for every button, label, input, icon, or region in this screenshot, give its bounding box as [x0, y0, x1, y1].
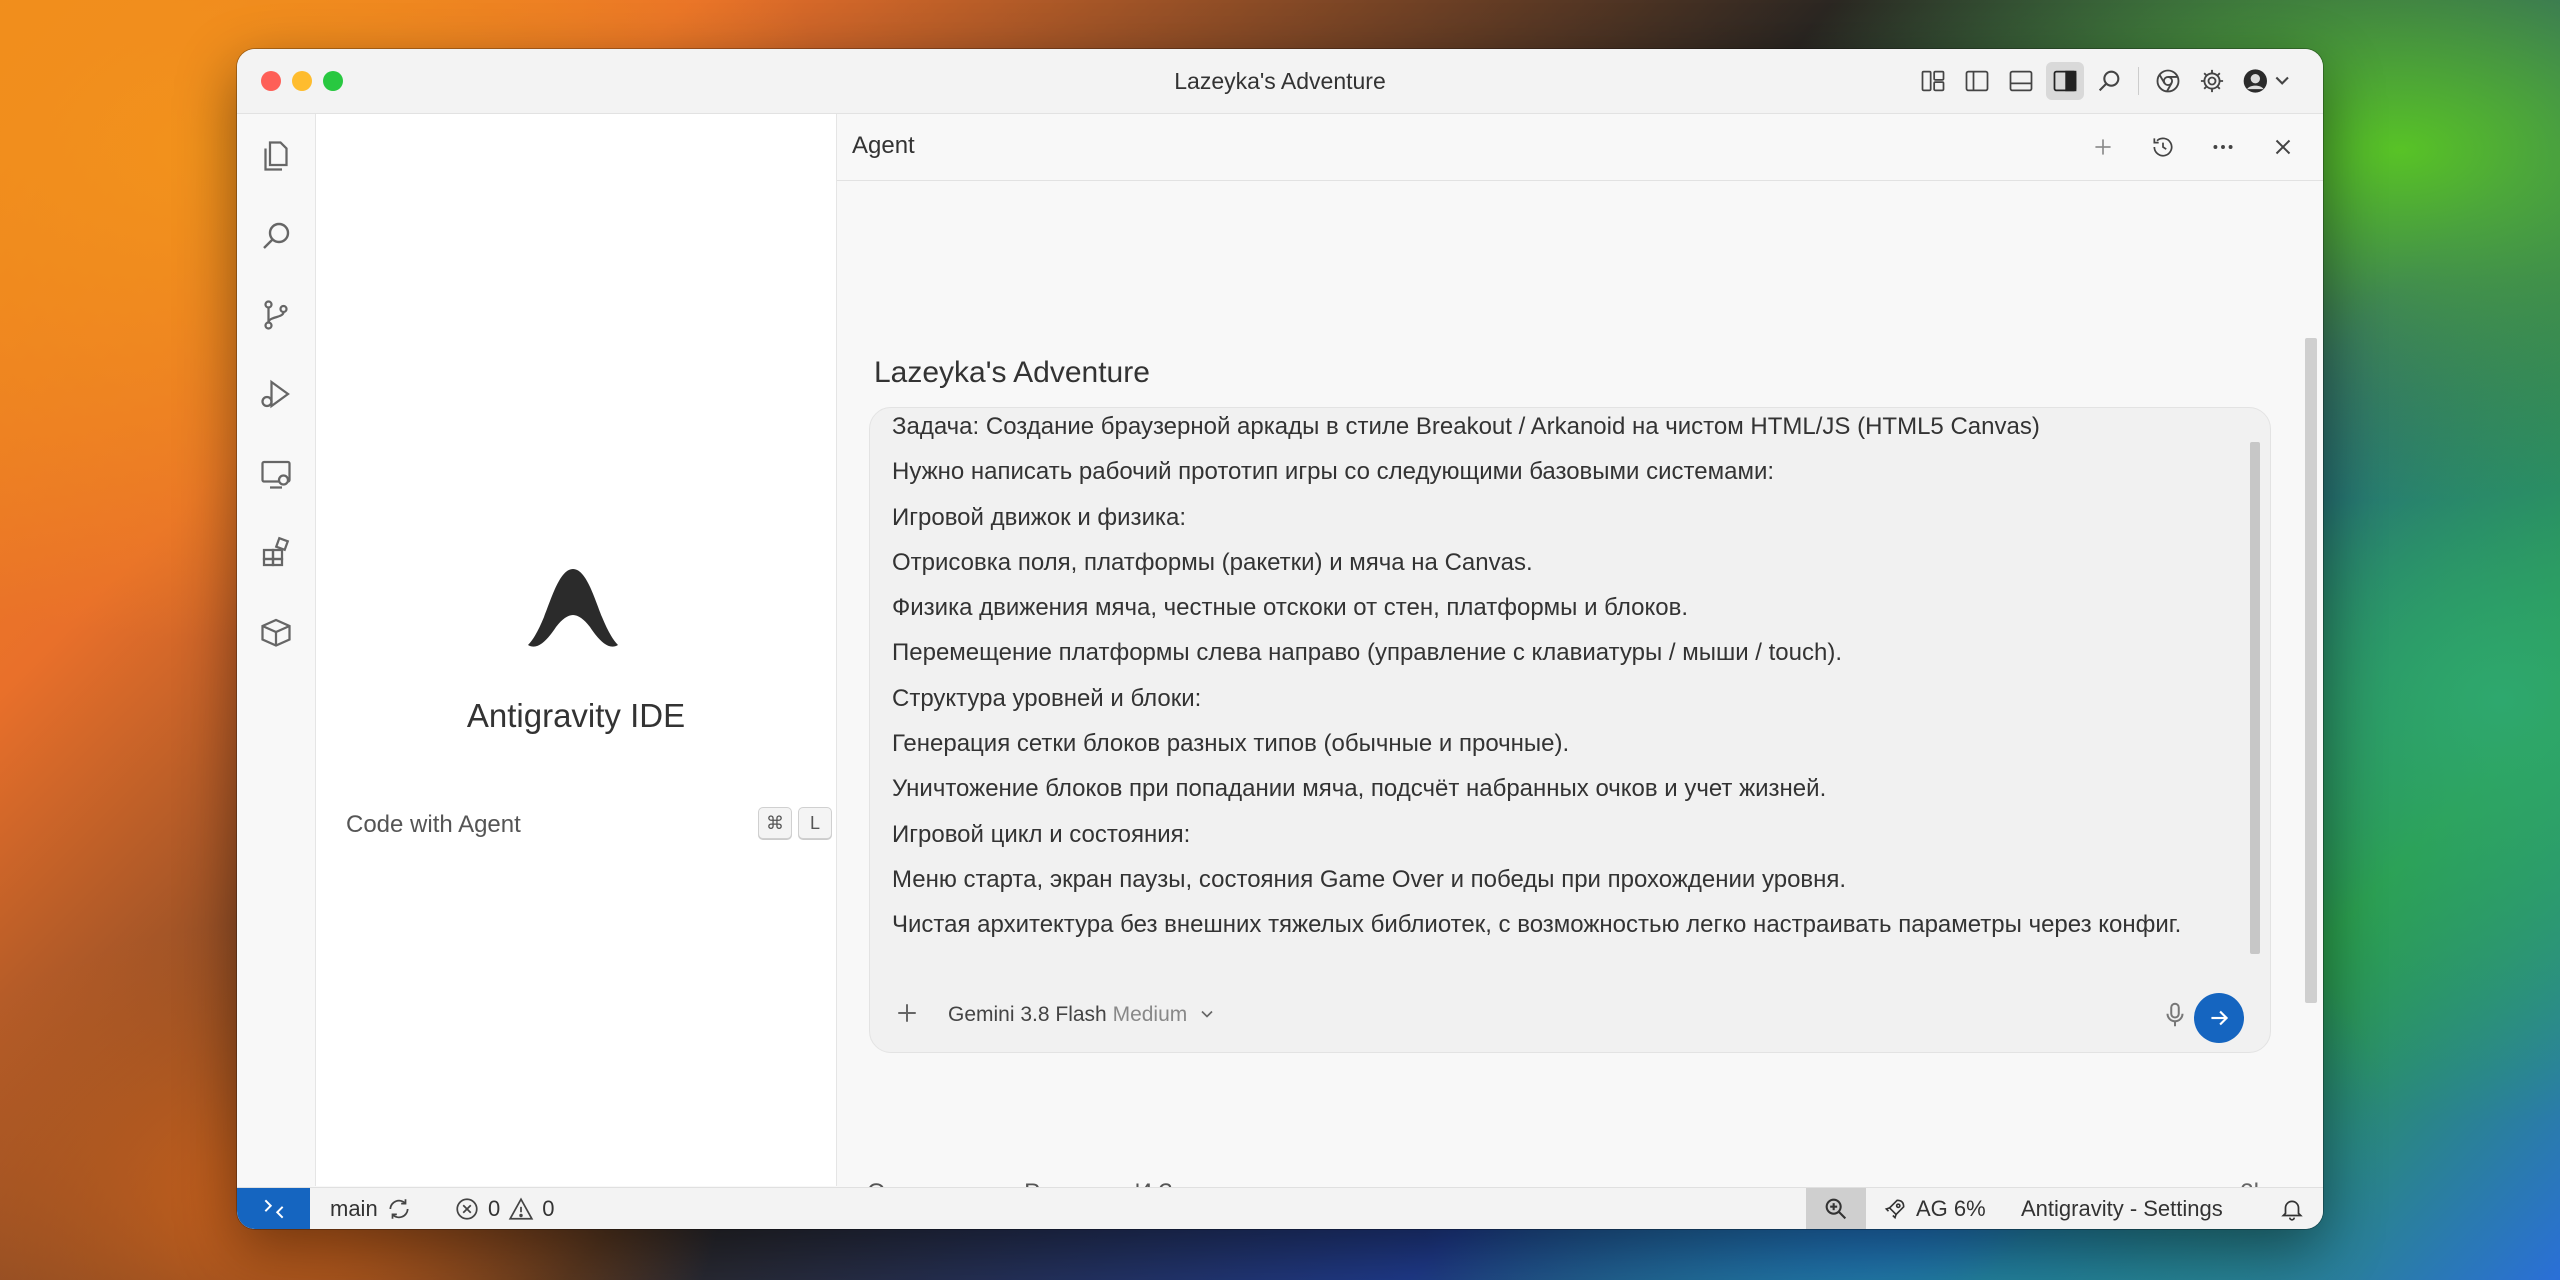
branch-indicator[interactable]: main: [330, 1188, 412, 1229]
ag-usage-text: AG 6%: [1916, 1196, 1986, 1221]
send-button[interactable]: [2194, 993, 2244, 1043]
zoom-in-icon: [1825, 1198, 1847, 1220]
zoom-indicator[interactable]: [1806, 1188, 1866, 1229]
shortcut-l-key: L: [798, 807, 832, 839]
explorer-icon[interactable]: [256, 136, 296, 176]
activity-bar: [237, 114, 316, 1186]
agent-scrollbar[interactable]: [2305, 338, 2317, 1003]
remote-connection-icon: [264, 1199, 283, 1219]
agent-header: Agent: [837, 114, 2323, 181]
new-conversation-icon[interactable]: [2083, 127, 2123, 167]
warning-icon: [508, 1197, 534, 1220]
prompt-line: Структура уровней и блоки:: [892, 684, 1202, 712]
gear-icon[interactable]: [2193, 62, 2231, 100]
model-selector[interactable]: Gemini 3.8 Flash Medium: [948, 1003, 1217, 1027]
welcome-sidebar: Antigravity IDE Code with Agent ⌘ L: [316, 114, 837, 1186]
account-avatar-icon[interactable]: [2237, 62, 2297, 100]
status-bar: main 0 0 AG 6% Antigravity - Settings: [237, 1187, 2323, 1229]
title-bar: Lazeyka's Adventure: [237, 49, 2323, 114]
toggle-secondary-sidebar-icon[interactable]: [2046, 62, 2084, 100]
prompt-line: Нужно написать рабочий прототип игры со …: [892, 458, 1775, 486]
agent-panel: Agent Lazeyka's Adventure Задача: Создан…: [837, 114, 2323, 1229]
code-with-agent-link[interactable]: Code with Agent: [346, 811, 521, 839]
microphone-icon[interactable]: [2160, 1000, 2190, 1030]
toggle-primary-sidebar-icon[interactable]: [1958, 62, 1996, 100]
prompt-line: Игровой движок и физика:: [892, 503, 1187, 531]
prompt-line: Меню старта, экран паузы, состояния Game…: [892, 865, 1847, 893]
ag-usage-indicator[interactable]: AG 6%: [1882, 1188, 1986, 1229]
remote-indicator[interactable]: [237, 1188, 310, 1229]
extensions-icon[interactable]: [256, 533, 296, 573]
bell-icon: [2281, 1200, 2303, 1221]
chrome-browser-icon[interactable]: [2149, 62, 2187, 100]
toggle-panel-icon[interactable]: [2002, 62, 2040, 100]
conversation-title: Lazeyka's Adventure: [874, 356, 1150, 389]
title-bar-actions: [1914, 61, 2297, 101]
agent-header-actions: [2083, 127, 2303, 167]
notifications-bell[interactable]: [2279, 1188, 2305, 1229]
search-icon[interactable]: [2090, 62, 2128, 100]
shortcut-cmd-key: ⌘: [758, 807, 792, 839]
error-icon: [456, 1198, 478, 1220]
model-mode: Medium: [1112, 1003, 1188, 1026]
prompt-line: Физика движения мяча, честные отскоки от…: [892, 594, 1688, 622]
prompt-toolbar: Gemini 3.8 Flash Medium: [870, 982, 2270, 1052]
toggle-layout-icon[interactable]: [1914, 62, 1952, 100]
prompt-input[interactable]: Задача: Создание браузерной аркады в сти…: [892, 408, 2222, 978]
prompt-line: Игровой цикл и состояния:: [892, 820, 1191, 848]
search-icon[interactable]: [256, 216, 296, 256]
sync-icon: [389, 1199, 409, 1219]
source-control-icon[interactable]: [256, 295, 296, 335]
error-count: 0: [488, 1196, 501, 1221]
prompt-line: Отрисовка поля, платформы (ракетки) и мя…: [892, 548, 1533, 576]
run-debug-icon[interactable]: [256, 374, 296, 414]
chevron-down-icon: [1201, 1010, 1213, 1018]
warning-count: 0: [542, 1196, 555, 1221]
app-window: Lazeyka's Adventure Antigravity IDE Code…: [237, 49, 2323, 1229]
remote-explorer-icon[interactable]: [256, 454, 296, 494]
rocket-icon: [1884, 1199, 1905, 1220]
product-name: Antigravity IDE: [466, 697, 686, 734]
branch-name: main: [330, 1196, 378, 1221]
problems-indicator[interactable]: 0 0: [454, 1188, 555, 1229]
add-context-icon[interactable]: [892, 998, 922, 1028]
arrow-right-icon: [2211, 1010, 2229, 1026]
prompt-line: Чистая архитектура без внешних тяжелых б…: [892, 911, 2182, 939]
model-name: Gemini 3.8 Flash: [948, 1003, 1107, 1026]
close-icon[interactable]: [2263, 127, 2303, 167]
settings-status-item[interactable]: Antigravity - Settings: [2021, 1188, 2223, 1229]
prompt-line: Генерация сетки блоков разных типов (обы…: [892, 730, 1570, 758]
agent-panel-title: Agent: [852, 132, 915, 159]
prompt-scrollbar[interactable]: [2250, 442, 2260, 954]
prompt-line: Перемещение платформы слева направо (упр…: [892, 639, 1843, 667]
prompt-input-card[interactable]: Задача: Создание браузерной аркады в сти…: [869, 407, 2271, 1053]
antigravity-logo: [528, 569, 618, 647]
more-actions-icon[interactable]: [2203, 127, 2243, 167]
prompt-line: Уничтожение блоков при попадании мяча, п…: [892, 775, 1827, 803]
settings-label: Antigravity - Settings: [2021, 1196, 2223, 1221]
prompt-line: Задача: Создание браузерной аркады в сти…: [892, 413, 2040, 440]
packages-icon[interactable]: [256, 612, 296, 652]
title-bar-separator: [2138, 67, 2139, 95]
history-icon[interactable]: [2143, 127, 2183, 167]
